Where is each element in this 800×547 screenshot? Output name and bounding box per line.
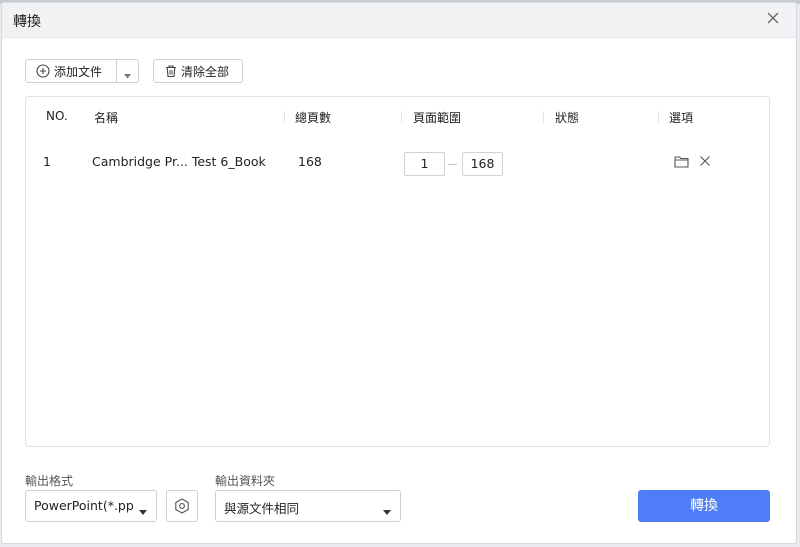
clear-all-label: 清除全部 [181,65,230,79]
file-name: Cambridge Pr... Test 6_Book [92,154,266,169]
header-no: NO. [46,109,68,123]
dialog-titlebar: 轉換 [2,3,796,38]
add-file-label: 添加文件 [54,65,103,79]
add-file-button[interactable]: 添加文件 [26,60,116,82]
close-icon[interactable] [766,11,780,25]
convert-button[interactable]: 轉換 [638,490,770,522]
caret-down-icon [139,504,147,519]
caret-down-icon [124,68,131,83]
dialog-title: 轉換 [13,14,41,30]
header-options: 選項 [669,111,694,125]
header-page-range: 頁面範圍 [413,111,462,125]
range-dash [448,164,457,165]
add-file-dropdown-button[interactable] [117,60,139,82]
remove-icon[interactable] [699,155,711,171]
settings-icon [175,498,189,514]
header-separator [284,111,285,123]
output-folder-select[interactable]: 與源文件相同 [215,490,401,522]
range-from-input[interactable]: 1 [404,152,445,176]
range-to-input[interactable]: 168 [462,152,503,176]
add-file-button-group: 添加文件 [25,59,139,83]
output-folder-value: 與源文件相同 [224,501,300,516]
output-format-label: 輸出格式 [25,474,74,488]
header-separator [543,111,544,123]
header-name: 名稱 [94,111,119,125]
clear-all-button[interactable]: 清除全部 [153,59,243,83]
folder-icon[interactable] [674,155,689,172]
total-pages-value: 168 [298,154,322,169]
output-format-select[interactable]: PowerPoint(*.ppt [25,490,157,522]
header-separator [401,111,402,123]
output-folder-label: 輸出資料夾 [215,474,276,488]
row-number: 1 [43,154,51,169]
trash-icon [164,64,178,82]
header-separator [658,111,659,123]
format-settings-button[interactable] [166,490,198,522]
caret-down-icon [383,504,391,519]
header-status: 狀態 [555,111,580,125]
add-circle-icon [36,64,50,82]
output-format-value: PowerPoint(*.ppt [34,498,134,513]
header-total-pages: 總頁數 [295,111,332,125]
file-table: NO. 名稱 總頁數 頁面範圍 狀態 選項 1 Cambridge Pr... … [25,96,770,447]
